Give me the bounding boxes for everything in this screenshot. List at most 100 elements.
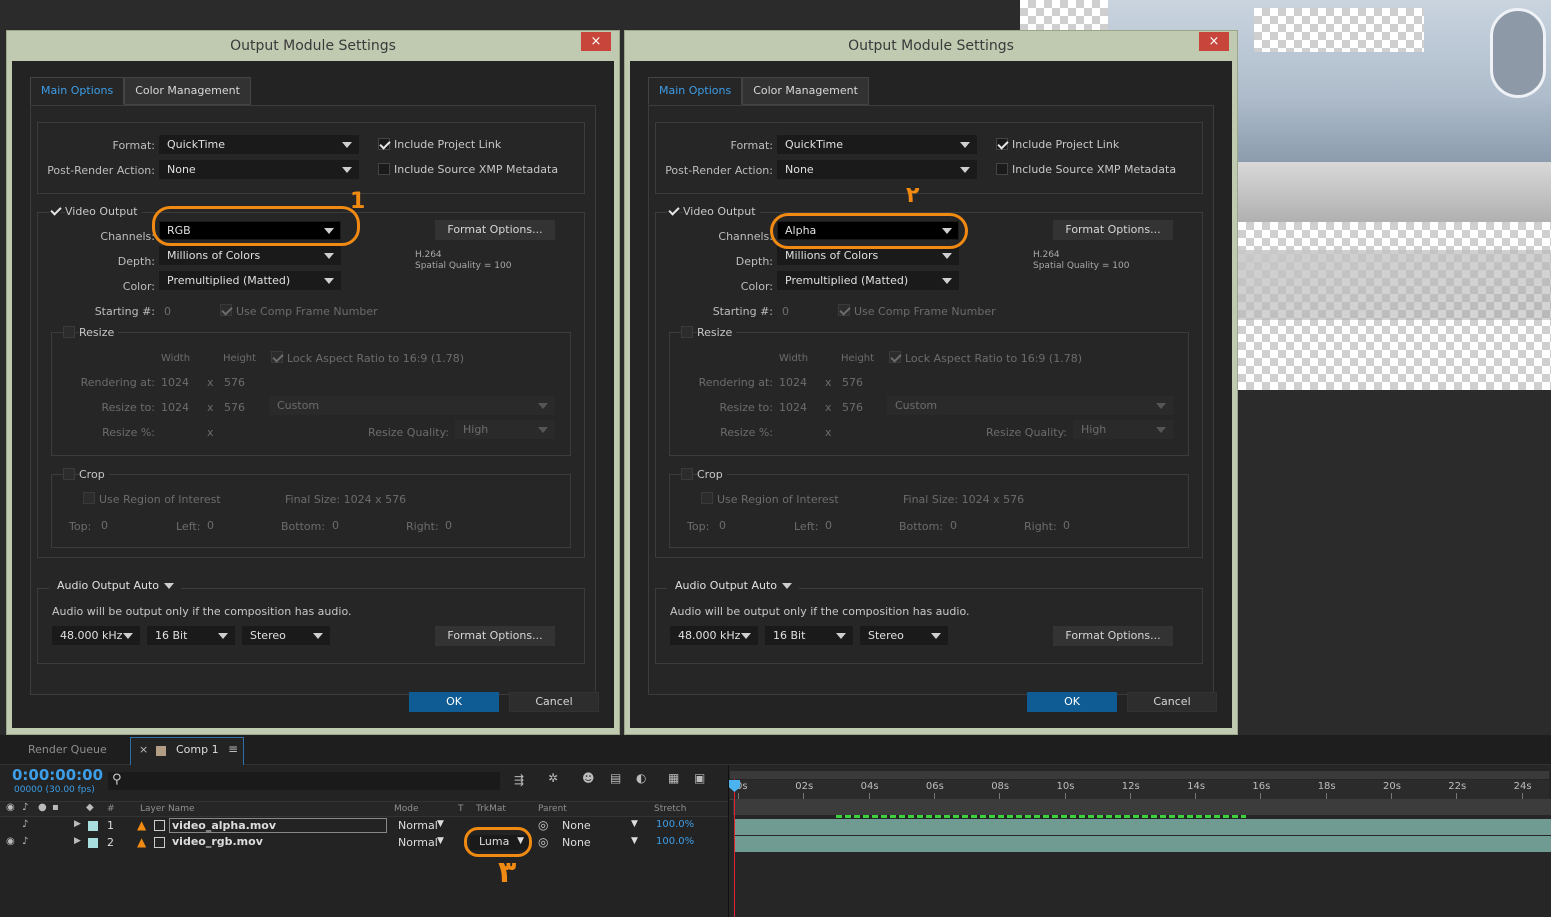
tab-main-options[interactable]: Main Options (30, 77, 125, 105)
shy-icon[interactable]: ☻ (582, 771, 595, 785)
audio-icon[interactable]: ♪ (22, 819, 28, 830)
use-roi-checkbox[interactable] (83, 492, 95, 504)
lock-aspect-checkbox[interactable] (889, 351, 901, 363)
resize-width[interactable]: 1024 (161, 401, 189, 414)
crop-bottom-value[interactable]: 0 (332, 519, 339, 532)
include-xmp-checkbox[interactable] (378, 163, 390, 175)
video-format-options-button[interactable]: Format Options... (435, 220, 555, 240)
graph-editor-icon[interactable]: ▦ (668, 771, 679, 785)
format-select[interactable]: QuickTime (159, 135, 359, 154)
mode-value[interactable]: Normal (398, 836, 438, 849)
starting-value[interactable]: 0 (164, 305, 171, 318)
resize-height[interactable]: 576 (842, 401, 863, 414)
color-select[interactable]: Premultiplied (Matted) (159, 271, 341, 290)
video-output-checkbox[interactable] (49, 204, 61, 216)
audio-output-select[interactable]: Audio Output Auto (49, 576, 181, 595)
pickwhip-icon[interactable]: ◎ (538, 835, 548, 849)
audio-icon[interactable]: ♪ (22, 836, 28, 847)
crop-left-value[interactable]: 0 (207, 519, 214, 532)
draft-3d-icon[interactable]: ✲ (548, 771, 558, 785)
layer-bar-1[interactable] (735, 819, 1551, 835)
label-color-icon[interactable] (88, 838, 98, 848)
work-area-bar[interactable] (730, 771, 1549, 779)
use-comp-frame-checkbox[interactable] (838, 304, 850, 316)
resize-checkbox[interactable] (681, 326, 693, 338)
ok-button[interactable]: OK (1027, 692, 1117, 712)
crop-checkbox[interactable] (681, 468, 693, 480)
motion-blur-icon[interactable]: ◐ (636, 771, 646, 785)
tab-comp-1[interactable]: × Comp 1 ≡ (130, 737, 244, 765)
layer-row[interactable]: ♪ ▶ 1 ▲ video_alpha.mov Normal ▼ ◎ None … (0, 818, 728, 834)
parent-value[interactable]: None (562, 836, 591, 849)
audio-channels-select[interactable]: Stereo (242, 626, 330, 645)
comp-flowchart-icon[interactable]: ⇶ (514, 773, 524, 787)
bit-depth-select[interactable]: 16 Bit (147, 626, 235, 645)
resize-checkbox[interactable] (63, 326, 75, 338)
audio-format-options-button[interactable]: Format Options... (435, 626, 555, 646)
crop-top-value[interactable]: 0 (101, 519, 108, 532)
cancel-button[interactable]: Cancel (509, 692, 599, 712)
eye-icon[interactable]: ◉ (6, 836, 15, 847)
mode-value[interactable]: Normal (398, 819, 438, 832)
crop-bottom-value[interactable]: 0 (950, 519, 957, 532)
use-comp-frame-checkbox[interactable] (220, 304, 232, 316)
stretch-value[interactable]: 100.0% (656, 836, 694, 847)
close-button[interactable]: × (581, 32, 611, 51)
crop-right-value[interactable]: 0 (1063, 519, 1070, 532)
layer-name[interactable]: video_alpha.mov (169, 818, 387, 833)
include-project-link-checkbox[interactable] (378, 138, 390, 150)
audio-format-options-button[interactable]: Format Options... (1053, 626, 1173, 646)
post-render-select[interactable]: None (159, 160, 359, 179)
cancel-button[interactable]: Cancel (1127, 692, 1217, 712)
video-output-checkbox[interactable] (667, 204, 679, 216)
layer-bar-2[interactable] (735, 836, 1551, 852)
use-roi-checkbox[interactable] (701, 492, 713, 504)
close-icon[interactable]: × (139, 743, 148, 756)
time-ruler[interactable]: 0s 02s 04s 06s 08s 10s 12s 14s 16s 18s 20s 22s 24s (730, 780, 1549, 800)
expand-arrow-icon[interactable]: ▶ (74, 819, 81, 829)
frame-blend-icon[interactable]: ▤ (610, 771, 621, 785)
tab-color-management[interactable]: Color Management (742, 77, 869, 105)
resize-width[interactable]: 1024 (779, 401, 807, 414)
tab-main-options[interactable]: Main Options (648, 77, 743, 105)
resize-height[interactable]: 576 (224, 401, 245, 414)
crop-left-value[interactable]: 0 (825, 519, 832, 532)
lock-aspect-checkbox[interactable] (271, 351, 283, 363)
resize-preset-select[interactable]: Custom (269, 396, 555, 415)
crop-checkbox[interactable] (63, 468, 75, 480)
crop-top-value[interactable]: 0 (719, 519, 726, 532)
tab-color-management[interactable]: Color Management (124, 77, 251, 105)
ok-button[interactable]: OK (409, 692, 499, 712)
tab-render-queue[interactable]: Render Queue (28, 737, 107, 763)
pickwhip-icon[interactable]: ◎ (538, 818, 548, 832)
include-project-link-checkbox[interactable] (996, 138, 1008, 150)
bit-depth-select[interactable]: 16 Bit (765, 626, 853, 645)
resize-quality-select[interactable]: High (1073, 420, 1173, 439)
color-select[interactable]: Premultiplied (Matted) (777, 271, 959, 290)
crop-right-value[interactable]: 0 (445, 519, 452, 532)
sample-rate-select[interactable]: 48.000 kHz (670, 626, 758, 645)
stretch-value[interactable]: 100.0% (656, 819, 694, 830)
expand-arrow-icon[interactable]: ▶ (74, 836, 81, 846)
audio-output-select[interactable]: Audio Output Auto (667, 576, 799, 595)
layer-row[interactable]: ◉ ♪ ▶ 2 ▲ video_rgb.mov Normal ▼ Luma ▼ ◎… (0, 835, 728, 851)
format-select[interactable]: QuickTime (777, 135, 977, 154)
include-xmp-checkbox[interactable] (996, 163, 1008, 175)
parent-value[interactable]: None (562, 819, 591, 832)
search-input[interactable]: ⚲ (108, 772, 500, 790)
menu-icon[interactable]: ≡ (228, 742, 238, 756)
audio-channels-select[interactable]: Stereo (860, 626, 948, 645)
layer-name[interactable]: video_rgb.mov (172, 835, 263, 848)
resize-preset-select[interactable]: Custom (887, 396, 1173, 415)
render-icon[interactable]: ▣ (694, 771, 705, 785)
timecode[interactable]: 0:00:00:00 (12, 766, 103, 784)
label-color-icon[interactable] (88, 821, 98, 831)
layer-name-header[interactable]: Layer Name (140, 804, 195, 814)
post-render-select[interactable]: None (777, 160, 977, 179)
video-format-options-button[interactable]: Format Options... (1053, 220, 1173, 240)
close-button[interactable]: × (1199, 32, 1229, 51)
sample-rate-select[interactable]: 48.000 kHz (52, 626, 140, 645)
depth-select[interactable]: Millions of Colors (159, 246, 341, 265)
starting-value[interactable]: 0 (782, 305, 789, 318)
resize-quality-select[interactable]: High (455, 420, 555, 439)
